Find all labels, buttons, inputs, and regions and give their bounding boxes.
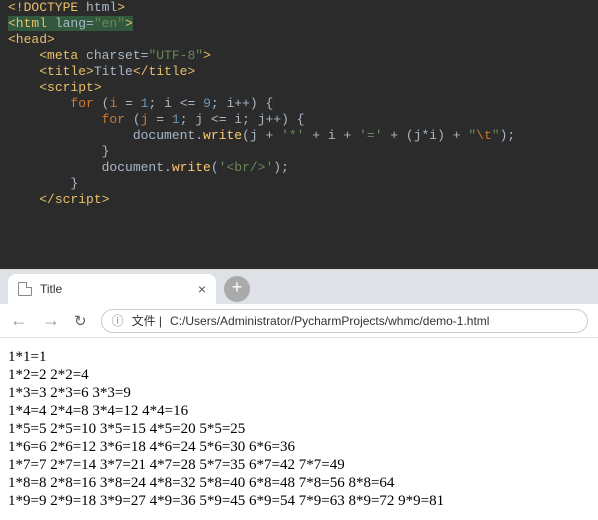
file-icon — [18, 282, 32, 296]
output-row: 1*7=7 2*7=14 3*7=21 4*7=28 5*7=35 6*7=42… — [8, 456, 590, 474]
output-row: 1*8=8 2*8=16 3*8=24 4*8=32 5*8=40 6*8=48… — [8, 474, 590, 492]
browser-tab[interactable]: Title × — [8, 274, 216, 304]
output-row: 1*3=3 2*3=6 3*3=9 — [8, 384, 590, 402]
code-editor-pane[interactable]: <!DOCTYPE html> <html lang="en"> <head> … — [0, 0, 598, 269]
reload-button[interactable]: ↻ — [74, 312, 87, 330]
browser-tabbar: Title × + — [0, 270, 598, 304]
output-row: 1*9=9 2*9=18 3*9=27 4*9=36 5*9=45 6*9=54… — [8, 492, 590, 510]
tab-close-button[interactable]: × — [198, 281, 206, 297]
plus-icon: + — [232, 279, 243, 299]
address-bar[interactable]: ⓘ 文件 | C:/Users/Administrator/PycharmPro… — [101, 309, 588, 333]
url-prefix: 文件 | — [132, 312, 162, 329]
browser-toolbar: ← → ↻ ⓘ 文件 | C:/Users/Administrator/Pych… — [0, 304, 598, 338]
output-row: 1*6=6 2*6=12 3*6=18 4*6=24 5*6=30 6*6=36 — [8, 438, 590, 456]
forward-button[interactable]: → — [42, 310, 60, 331]
output-row: 1*2=2 2*2=4 — [8, 366, 590, 384]
url-path: C:/Users/Administrator/PycharmProjects/w… — [170, 314, 489, 328]
output-row: 1*5=5 2*5=10 3*5=15 4*5=20 5*5=25 — [8, 420, 590, 438]
info-icon[interactable]: ⓘ — [112, 312, 124, 329]
tab-title: Title — [40, 282, 62, 296]
output-row: 1*4=4 2*4=8 3*4=12 4*4=16 — [8, 402, 590, 420]
new-tab-button[interactable]: + — [224, 276, 250, 302]
back-button[interactable]: ← — [10, 310, 28, 331]
output-row: 1*1=1 — [8, 348, 590, 366]
browser-window: Title × + ← → ↻ ⓘ 文件 | C:/Users/Administ… — [0, 269, 598, 520]
code-lines[interactable]: <!DOCTYPE html> <html lang="en"> <head> … — [0, 0, 598, 208]
page-content: 1*1=11*2=2 2*2=41*3=3 2*3=6 3*3=91*4=4 2… — [0, 338, 598, 520]
